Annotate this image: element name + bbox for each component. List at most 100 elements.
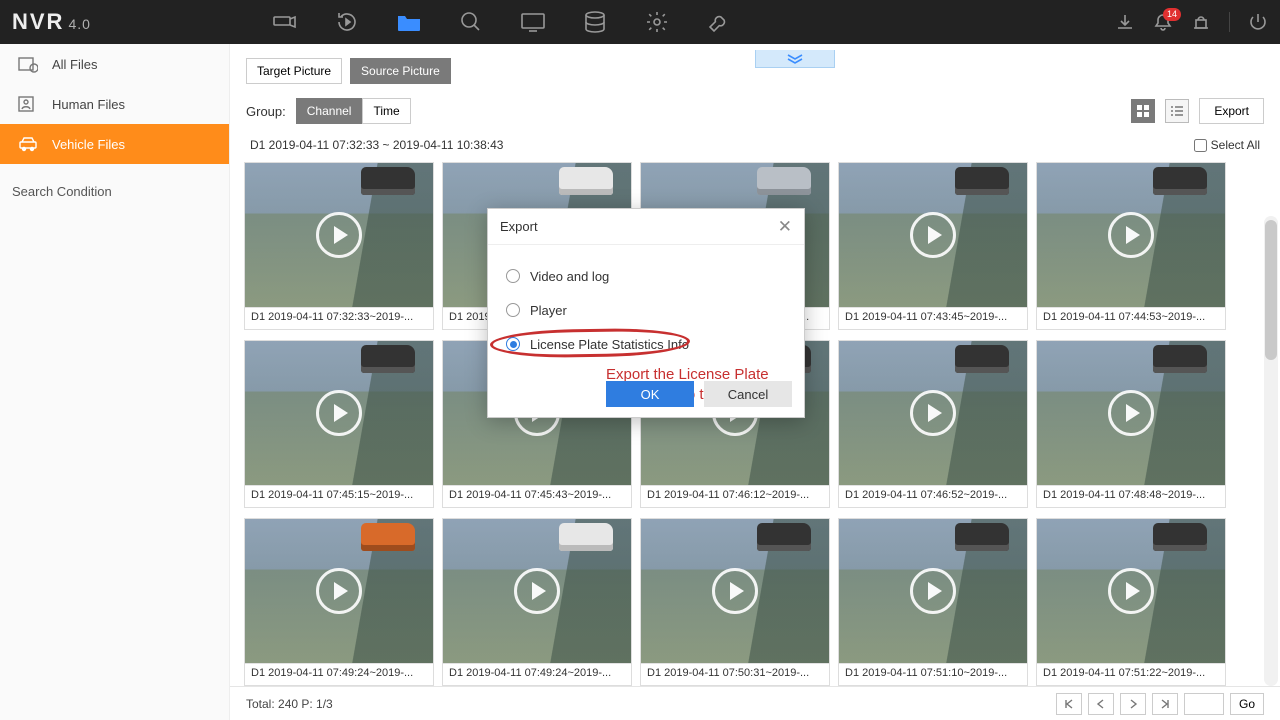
- search-condition-label[interactable]: Search Condition: [0, 184, 229, 199]
- play-icon[interactable]: [910, 212, 956, 258]
- thumb-card[interactable]: D1 2019-04-11 07:49:24~2019-...: [244, 518, 434, 686]
- car-icon: [1153, 167, 1207, 195]
- thumb-card[interactable]: D1 2019-04-11 07:51:10~2019-...: [838, 518, 1028, 686]
- thumb-card[interactable]: D1 2019-04-11 07:50:31~2019-...: [640, 518, 830, 686]
- top-right-controls: 14: [1115, 12, 1268, 32]
- group-segment: Channel Time: [296, 98, 411, 124]
- monitor-icon[interactable]: [519, 8, 547, 36]
- list-view-button[interactable]: [1165, 99, 1189, 123]
- select-all-checkbox[interactable]: [1194, 139, 1207, 152]
- select-all-label: Select All: [1211, 138, 1260, 152]
- thumb-caption: D1 2019-04-11 07:49:24~2019-...: [443, 663, 631, 685]
- page-next[interactable]: [1120, 693, 1146, 715]
- thumb-caption: D1 2019-04-11 07:45:43~2019-...: [443, 485, 631, 507]
- play-icon[interactable]: [1108, 390, 1154, 436]
- opt-video-log[interactable]: Video and log: [506, 259, 798, 293]
- export-dialog: Export ✕ Video and log Player License Pl…: [487, 208, 805, 418]
- opt-player[interactable]: Player: [506, 293, 798, 327]
- thumb-image: [1037, 341, 1225, 485]
- page-prev[interactable]: [1088, 693, 1114, 715]
- play-icon[interactable]: [316, 212, 362, 258]
- thumb-card[interactable]: D1 2019-04-11 07:44:53~2019-...: [1036, 162, 1226, 330]
- play-icon[interactable]: [712, 568, 758, 614]
- opt-license-plate[interactable]: License Plate Statistics Info: [506, 327, 798, 361]
- grid-view-button[interactable]: [1131, 99, 1155, 123]
- thumb-caption: D1 2019-04-11 07:51:22~2019-...: [1037, 663, 1225, 685]
- human-icon: [18, 95, 38, 113]
- vehicle-icon: [18, 135, 38, 153]
- thumb-caption: D1 2019-04-11 07:44:53~2019-...: [1037, 307, 1225, 329]
- sidebar-item-human-files[interactable]: Human Files: [0, 84, 229, 124]
- page-first[interactable]: [1056, 693, 1082, 715]
- close-icon[interactable]: ✕: [778, 217, 792, 237]
- play-icon[interactable]: [316, 390, 362, 436]
- car-icon: [1153, 523, 1207, 551]
- power-icon[interactable]: [1248, 12, 1268, 32]
- playback-icon[interactable]: [333, 8, 361, 36]
- thumb-image: [1037, 163, 1225, 307]
- scrollbar-thumb[interactable]: [1265, 220, 1277, 360]
- sidebar-item-label: Human Files: [52, 97, 125, 112]
- search-icon[interactable]: [457, 8, 485, 36]
- play-icon[interactable]: [910, 390, 956, 436]
- select-all[interactable]: Select All: [1194, 138, 1260, 152]
- car-icon: [559, 523, 613, 551]
- car-icon: [955, 523, 1009, 551]
- thumb-caption: D1 2019-04-11 07:43:45~2019-...: [839, 307, 1027, 329]
- group-row: Group: Channel Time Export: [230, 92, 1280, 134]
- play-icon[interactable]: [316, 568, 362, 614]
- footer: Total: 240 P: 1/3 Go: [230, 686, 1280, 720]
- thumb-caption: D1 2019-04-11 07:51:10~2019-...: [839, 663, 1027, 685]
- thumb-card[interactable]: D1 2019-04-11 07:51:22~2019-...: [1036, 518, 1226, 686]
- export-button[interactable]: Export: [1199, 98, 1264, 124]
- thumb-card[interactable]: D1 2019-04-11 07:45:15~2019-...: [244, 340, 434, 508]
- thumb-card[interactable]: D1 2019-04-11 07:49:24~2019-...: [442, 518, 632, 686]
- camera-icon[interactable]: [271, 8, 299, 36]
- alarm-icon[interactable]: [1191, 12, 1211, 32]
- bell-icon[interactable]: 14: [1153, 12, 1173, 32]
- thumb-image: [245, 519, 433, 663]
- time-range: D1 2019-04-11 07:32:33 ~ 2019-04-11 10:3…: [250, 138, 503, 152]
- divider: [1229, 12, 1230, 32]
- go-button[interactable]: Go: [1230, 693, 1264, 715]
- play-icon[interactable]: [1108, 568, 1154, 614]
- badge-count: 14: [1163, 8, 1181, 21]
- group-time[interactable]: Time: [362, 98, 410, 124]
- play-icon[interactable]: [1108, 212, 1154, 258]
- thumb-caption: D1 2019-04-11 07:48:48~2019-...: [1037, 485, 1225, 507]
- storage-icon[interactable]: [581, 8, 609, 36]
- page-input[interactable]: [1184, 693, 1224, 715]
- play-icon[interactable]: [514, 568, 560, 614]
- thumb-caption: D1 2019-04-11 07:49:24~2019-...: [245, 663, 433, 685]
- thumb-card[interactable]: D1 2019-04-11 07:48:48~2019-...: [1036, 340, 1226, 508]
- opt-label: Player: [530, 303, 567, 318]
- cancel-button[interactable]: Cancel: [704, 381, 792, 407]
- download-icon[interactable]: [1115, 12, 1135, 32]
- view-controls: Export: [1131, 98, 1264, 124]
- group-channel[interactable]: Channel: [296, 98, 363, 124]
- sidebar-item-label: Vehicle Files: [52, 137, 125, 152]
- tab-source-picture[interactable]: Source Picture: [350, 58, 451, 84]
- total-label: Total: 240 P: 1/3: [246, 697, 333, 711]
- thumb-card[interactable]: D1 2019-04-11 07:32:33~2019-...: [244, 162, 434, 330]
- thumb-card[interactable]: D1 2019-04-11 07:46:52~2019-...: [838, 340, 1028, 508]
- sidebar-item-all-files[interactable]: All Files: [0, 44, 229, 84]
- files-icon[interactable]: [395, 8, 423, 36]
- car-icon: [955, 167, 1009, 195]
- vertical-scrollbar[interactable]: [1264, 216, 1278, 686]
- tab-target-picture[interactable]: Target Picture: [246, 58, 342, 84]
- thumb-card[interactable]: D1 2019-04-11 07:43:45~2019-...: [838, 162, 1028, 330]
- page-last[interactable]: [1152, 693, 1178, 715]
- picture-tabs: Target Picture Source Picture: [230, 44, 1280, 92]
- wrench-icon[interactable]: [705, 8, 733, 36]
- thumb-image: [245, 341, 433, 485]
- ok-button[interactable]: OK: [606, 381, 694, 407]
- folder-icon: [18, 55, 38, 73]
- play-icon[interactable]: [910, 568, 956, 614]
- gear-icon[interactable]: [643, 8, 671, 36]
- dialog-footer: OK Cancel: [594, 373, 804, 417]
- thumb-image: [839, 341, 1027, 485]
- car-icon: [757, 523, 811, 551]
- sidebar-item-vehicle-files[interactable]: Vehicle Files: [0, 124, 229, 164]
- thumb-image: [641, 519, 829, 663]
